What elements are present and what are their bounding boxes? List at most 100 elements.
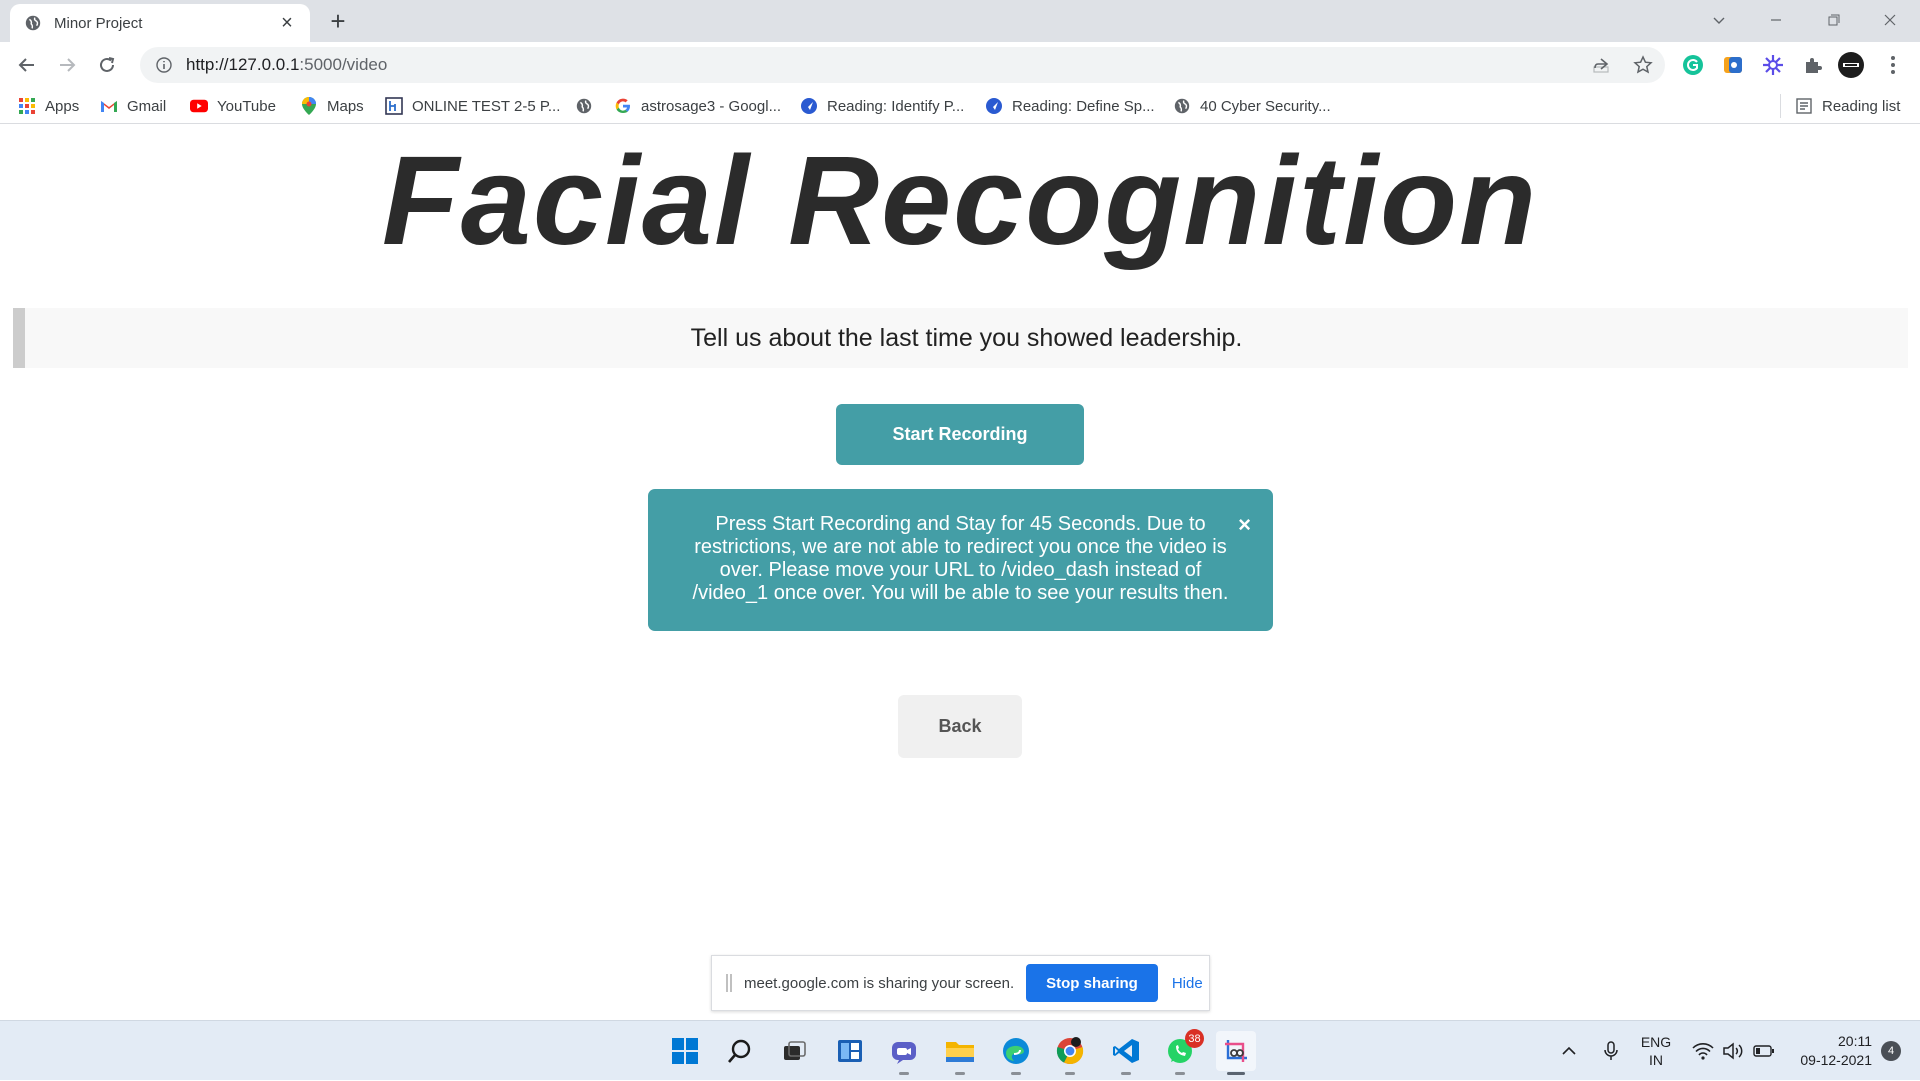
bookmark-apps[interactable]: Apps bbox=[18, 94, 79, 118]
bookmark-online-test[interactable]: ONLINE TEST 2-5 P... bbox=[385, 94, 560, 118]
file-explorer-icon[interactable] bbox=[940, 1031, 980, 1075]
reading-list-label: Reading list bbox=[1822, 97, 1901, 115]
edge-icon[interactable] bbox=[996, 1031, 1036, 1075]
maps-icon bbox=[300, 97, 318, 115]
alert-close-icon[interactable]: × bbox=[1238, 513, 1251, 536]
bookmarks-bar: Apps Gmail YouTube Maps ONLINE TEST 2-5 … bbox=[0, 88, 1920, 124]
question-text: Tell us about the last time you showed l… bbox=[690, 323, 1243, 352]
globe-icon bbox=[575, 97, 593, 115]
gmail-icon bbox=[100, 97, 118, 115]
start-recording-button[interactable]: Start Recording bbox=[836, 404, 1084, 465]
running-indicator bbox=[1175, 1072, 1185, 1075]
tab-strip: Minor Project × + bbox=[0, 0, 1920, 42]
alert-text: Press Start Recording and Stay for 45 Se… bbox=[692, 513, 1229, 604]
extension-shield-icon[interactable] bbox=[1720, 52, 1746, 78]
whatsapp-icon[interactable]: 38 bbox=[1160, 1029, 1204, 1075]
restore-icon[interactable] bbox=[1810, 0, 1858, 40]
site-info-icon[interactable] bbox=[156, 57, 172, 73]
bookmark-label: Maps bbox=[327, 97, 364, 115]
share-icon[interactable] bbox=[1586, 50, 1616, 80]
extension-gear-icon[interactable] bbox=[1760, 52, 1786, 78]
bookmark-reading-identify[interactable]: Reading: Identify P... bbox=[800, 94, 964, 118]
tab-close-icon[interactable]: × bbox=[276, 12, 298, 35]
bookmark-label: YouTube bbox=[217, 97, 276, 115]
bookmark-label: 40 Cyber Security... bbox=[1200, 97, 1331, 115]
bookmark-gmail[interactable]: Gmail bbox=[100, 94, 166, 118]
instruction-alert: × Press Start Recording and Stay for 45 … bbox=[648, 489, 1273, 631]
page-title: Facial Recognition bbox=[381, 130, 1539, 271]
running-indicator bbox=[1065, 1072, 1075, 1075]
stop-sharing-button[interactable]: Stop sharing bbox=[1026, 964, 1158, 1002]
address-bar[interactable]: http://127.0.0.1:5000/video bbox=[140, 47, 1665, 83]
bookmark-label: Gmail bbox=[127, 97, 167, 115]
volume-icon[interactable] bbox=[1718, 1021, 1748, 1081]
new-tab-button[interactable]: + bbox=[322, 6, 354, 38]
running-indicator bbox=[899, 1072, 909, 1075]
question-box: Tell us about the last time you showed l… bbox=[13, 308, 1908, 368]
language-indicator[interactable]: ENG IN bbox=[1636, 1021, 1676, 1081]
wifi-icon[interactable] bbox=[1688, 1021, 1718, 1081]
bookmark-maps[interactable]: Maps bbox=[300, 94, 364, 118]
taskbar: 38 ENG IN 20:11 09-12-2021 4 bbox=[0, 1020, 1920, 1080]
pluralsight-icon bbox=[985, 97, 1003, 115]
reload-icon[interactable] bbox=[92, 50, 122, 80]
globe-icon bbox=[1173, 97, 1191, 115]
running-indicator bbox=[1121, 1072, 1131, 1075]
teams-chat-icon[interactable] bbox=[884, 1031, 924, 1075]
drag-handle-icon[interactable] bbox=[726, 974, 732, 992]
vscode-icon[interactable] bbox=[1106, 1031, 1146, 1075]
tab-search-icon[interactable] bbox=[1695, 0, 1743, 40]
forward-arrow-icon[interactable] bbox=[52, 50, 82, 80]
bookmark-label: Apps bbox=[45, 97, 80, 115]
clock[interactable]: 20:11 09-12-2021 bbox=[1788, 1021, 1872, 1081]
browser-tab[interactable]: Minor Project × bbox=[10, 4, 310, 42]
hackerearth-icon bbox=[385, 97, 403, 115]
bookmark-label: Reading: Identify P... bbox=[827, 97, 965, 115]
reading-list-icon bbox=[1795, 97, 1813, 115]
reading-list-button[interactable]: Reading list bbox=[1780, 94, 1900, 118]
task-view-icon[interactable] bbox=[774, 1031, 814, 1071]
url-text: http://127.0.0.1:5000/video bbox=[186, 55, 387, 75]
pluralsight-icon bbox=[800, 97, 818, 115]
microphone-icon[interactable] bbox=[1596, 1021, 1626, 1081]
minimize-icon[interactable] bbox=[1752, 0, 1800, 40]
grammarly-icon[interactable] bbox=[1680, 52, 1706, 78]
youtube-icon bbox=[190, 97, 208, 115]
tab-title: Minor Project bbox=[54, 14, 143, 32]
profile-avatar[interactable] bbox=[1838, 52, 1864, 78]
widgets-icon[interactable] bbox=[830, 1031, 870, 1071]
bookmark-reading-define[interactable]: Reading: Define Sp... bbox=[985, 94, 1155, 118]
bookmark-youtube[interactable]: YouTube bbox=[190, 94, 276, 118]
snipping-tool-icon[interactable] bbox=[1216, 1031, 1256, 1075]
clock-date: 09-12-2021 bbox=[1800, 1052, 1872, 1068]
apps-grid-icon bbox=[18, 97, 36, 115]
browser-toolbar: http://127.0.0.1:5000/video bbox=[0, 42, 1920, 88]
region-code: IN bbox=[1649, 1052, 1663, 1068]
bookmark-cyber-security[interactable]: 40 Cyber Security... bbox=[1173, 94, 1331, 118]
notification-count: 4 bbox=[1881, 1041, 1901, 1061]
bookmark-star-icon[interactable] bbox=[1628, 50, 1658, 80]
screen-share-bar: meet.google.com is sharing your screen. … bbox=[711, 955, 1210, 1011]
google-icon bbox=[614, 97, 632, 115]
back-arrow-icon[interactable] bbox=[12, 50, 42, 80]
hide-button[interactable]: Hide bbox=[1172, 975, 1203, 992]
bookmark-globe[interactable] bbox=[575, 94, 602, 118]
language-code: ENG bbox=[1640, 1034, 1672, 1050]
extensions-puzzle-icon[interactable] bbox=[1800, 52, 1826, 78]
globe-icon bbox=[25, 15, 41, 31]
bookmark-label: Reading: Define Sp... bbox=[1012, 97, 1155, 115]
search-icon[interactable] bbox=[720, 1031, 760, 1071]
menu-kebab-icon[interactable] bbox=[1880, 52, 1906, 78]
url-path: :5000/video bbox=[299, 55, 388, 74]
tray-overflow-icon[interactable] bbox=[1554, 1021, 1584, 1081]
start-menu-icon[interactable] bbox=[665, 1031, 705, 1071]
battery-icon[interactable] bbox=[1749, 1021, 1779, 1081]
notification-center[interactable]: 4 bbox=[1876, 1021, 1906, 1081]
share-message: meet.google.com is sharing your screen. bbox=[744, 974, 1015, 992]
unread-badge: 38 bbox=[1185, 1029, 1204, 1048]
bookmark-astrosage[interactable]: astrosage3 - Googl... bbox=[614, 94, 781, 118]
chrome-icon[interactable] bbox=[1050, 1031, 1090, 1075]
back-button[interactable]: Back bbox=[898, 695, 1022, 758]
bookmark-label: astrosage3 - Googl... bbox=[641, 97, 782, 115]
close-window-icon[interactable] bbox=[1866, 0, 1914, 40]
